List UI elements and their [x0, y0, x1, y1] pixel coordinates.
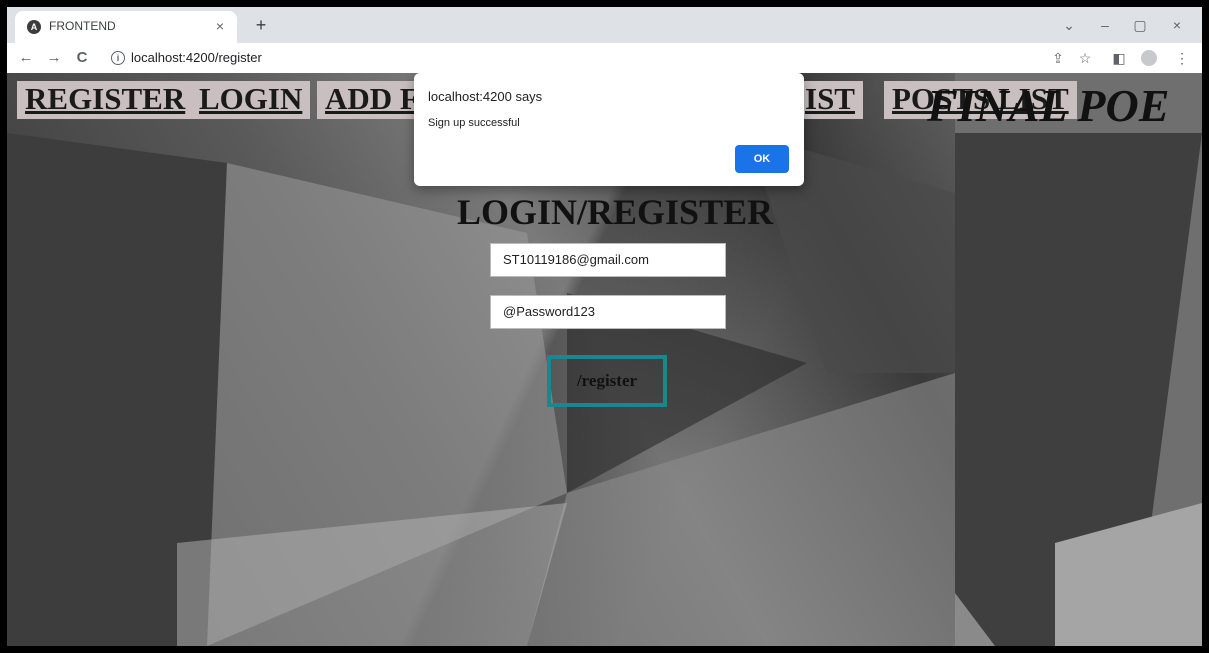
side-panel-icon[interactable]: ◧ — [1108, 47, 1130, 69]
alert-dialog: localhost:4200 says Sign up successful O… — [414, 73, 804, 186]
register-button[interactable]: /register — [547, 355, 667, 407]
email-field[interactable]: ST10119186@gmail.com — [490, 243, 726, 277]
menu-icon[interactable]: ⋮ — [1171, 47, 1193, 69]
final-poe-title: FINAL POE — [927, 80, 1170, 131]
forward-button[interactable]: → — [43, 47, 65, 69]
dialog-title: localhost:4200 says — [428, 89, 543, 104]
new-tab-button[interactable]: + — [249, 13, 273, 37]
nav-register-link[interactable]: REGISTER — [17, 81, 194, 119]
share-icon[interactable]: ⇪ — [1047, 47, 1069, 69]
close-window-button[interactable]: × — [1162, 13, 1192, 37]
tab-search-icon[interactable]: ⌄ — [1054, 13, 1084, 37]
minimize-button[interactable]: – — [1090, 13, 1120, 37]
page-viewport: REGISTER LOGIN ADD FI IST POSTS LIST FIN… — [7, 73, 1202, 646]
profile-avatar-icon[interactable] — [1141, 50, 1157, 66]
angular-icon: A — [27, 20, 41, 34]
tab-strip: A FRONTEND × + ⌄ – ▢ × — [7, 7, 1202, 43]
browser-toolbar: ← → C i localhost:4200/register ⇪ ☆ ◧ ⋮ — [7, 43, 1202, 73]
browser-window: A FRONTEND × + ⌄ – ▢ × ← → C i localhost… — [7, 7, 1202, 646]
dialog-ok-button[interactable]: OK — [735, 145, 789, 173]
address-bar[interactable]: localhost:4200/register — [131, 50, 262, 65]
dialog-message: Sign up successful — [428, 117, 520, 129]
right-panel-background — [955, 73, 1202, 646]
nav-list-link[interactable]: IST — [797, 81, 863, 119]
nav-login-link[interactable]: LOGIN — [191, 81, 311, 119]
tab-title: FRONTEND — [49, 19, 116, 33]
page-title: LOGIN/REGISTER — [457, 192, 774, 232]
tab-close-icon[interactable]: × — [211, 17, 229, 35]
password-field[interactable]: @Password123 — [490, 295, 726, 329]
restore-button[interactable]: ▢ — [1125, 13, 1155, 37]
back-button[interactable]: ← — [15, 47, 37, 69]
bookmark-star-icon[interactable]: ☆ — [1074, 47, 1096, 69]
reload-button[interactable]: C — [71, 47, 93, 69]
site-info-icon[interactable]: i — [111, 51, 125, 65]
tab-frontend[interactable]: A FRONTEND × — [15, 11, 237, 43]
